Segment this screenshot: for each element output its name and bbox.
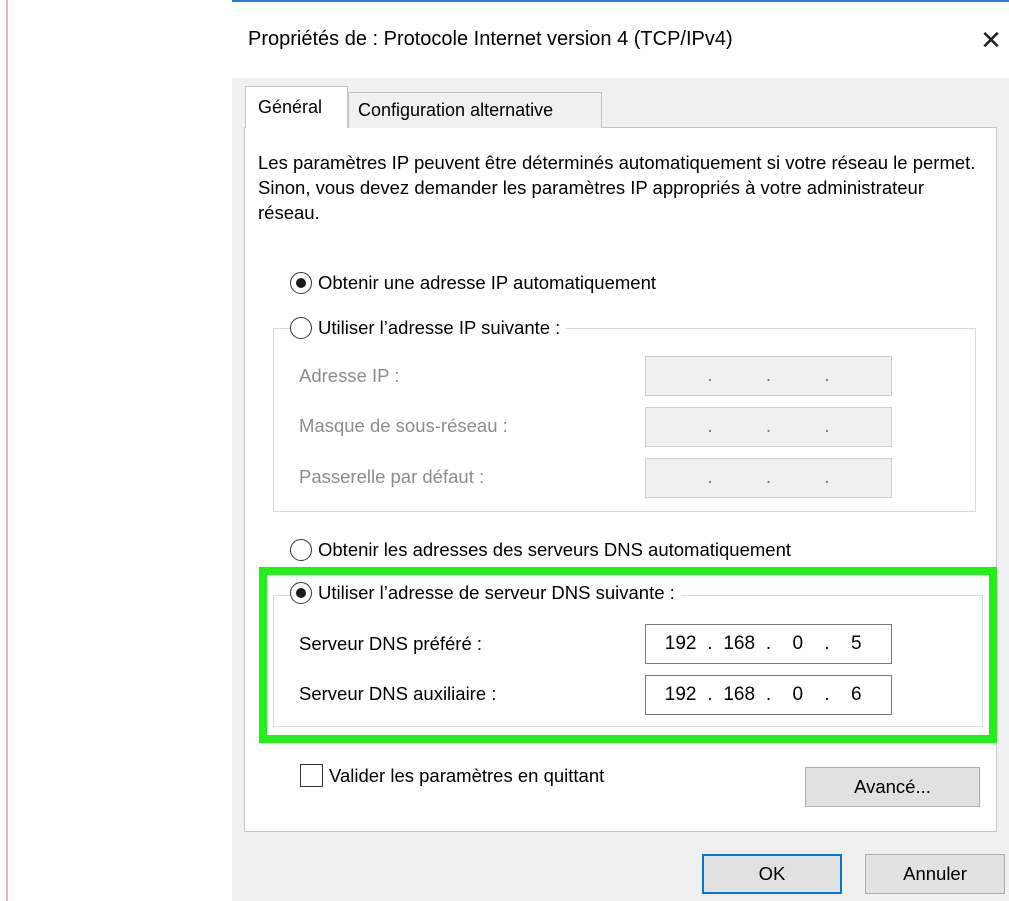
alternate-dns-field[interactable]: 192. 168. 0. 6 xyxy=(645,675,892,715)
tab-alternate-configuration[interactable]: Configuration alternative xyxy=(348,92,602,128)
radio-ip-manual[interactable]: Utiliser l’adresse IP suivante : xyxy=(290,317,567,339)
advanced-button[interactable]: Avancé... xyxy=(805,767,980,807)
ip-address-field[interactable]: . . . xyxy=(645,356,892,396)
cancel-button[interactable]: Annuler xyxy=(865,854,1005,894)
alternate-dns-label: Serveur DNS auxiliaire : xyxy=(299,683,497,704)
default-gateway-field[interactable]: . . . xyxy=(645,458,892,498)
preferred-dns-label: Serveur DNS préféré : xyxy=(299,633,483,654)
close-icon[interactable]: ✕ xyxy=(976,22,1006,58)
validate-settings-checkbox-box[interactable] xyxy=(300,764,323,787)
radio-dns-auto[interactable]: Obtenir les adresses des serveurs DNS au… xyxy=(290,539,797,561)
radio-ip-auto-indicator[interactable] xyxy=(290,272,312,294)
radio-dns-manual-label: Utiliser l’adresse de serveur DNS suivan… xyxy=(318,582,675,603)
validate-settings-checkbox[interactable]: Valider les paramètres en quittant xyxy=(300,764,604,787)
radio-dns-auto-indicator[interactable] xyxy=(290,539,312,561)
subnet-mask-label: Masque de sous-réseau : xyxy=(299,415,508,436)
ok-button[interactable]: OK xyxy=(702,854,842,894)
default-gateway-label: Passerelle par défaut : xyxy=(299,466,485,487)
title-bar: Propriétés de : Protocole Internet versi… xyxy=(232,2,1009,78)
radio-ip-auto[interactable]: Obtenir une adresse IP automatiquement xyxy=(290,272,663,294)
subnet-mask-field[interactable]: . . . xyxy=(645,407,892,447)
tab-general[interactable]: Général xyxy=(245,86,348,128)
radio-dns-manual-indicator[interactable] xyxy=(290,582,312,604)
ip-address-label: Adresse IP : xyxy=(299,365,400,386)
radio-ip-manual-label: Utiliser l’adresse IP suivante : xyxy=(318,317,561,338)
preferred-dns-field[interactable]: 192. 168. 0. 5 xyxy=(645,624,892,664)
validate-settings-label: Valider les paramètres en quittant xyxy=(329,764,605,786)
radio-ip-manual-indicator[interactable] xyxy=(290,317,312,339)
window-title: Propriétés de : Protocole Internet versi… xyxy=(248,28,733,50)
radio-dns-auto-label: Obtenir les adresses des serveurs DNS au… xyxy=(318,539,791,560)
tcp-ipv4-properties-dialog: Propriétés de : Protocole Internet versi… xyxy=(232,0,1009,901)
description-text: Les paramètres IP peuvent être déterminé… xyxy=(258,152,976,223)
radio-dns-manual[interactable]: Utiliser l’adresse de serveur DNS suivan… xyxy=(290,582,681,604)
radio-ip-auto-label: Obtenir une adresse IP automatiquement xyxy=(318,272,657,293)
page-margin-line xyxy=(6,0,8,901)
